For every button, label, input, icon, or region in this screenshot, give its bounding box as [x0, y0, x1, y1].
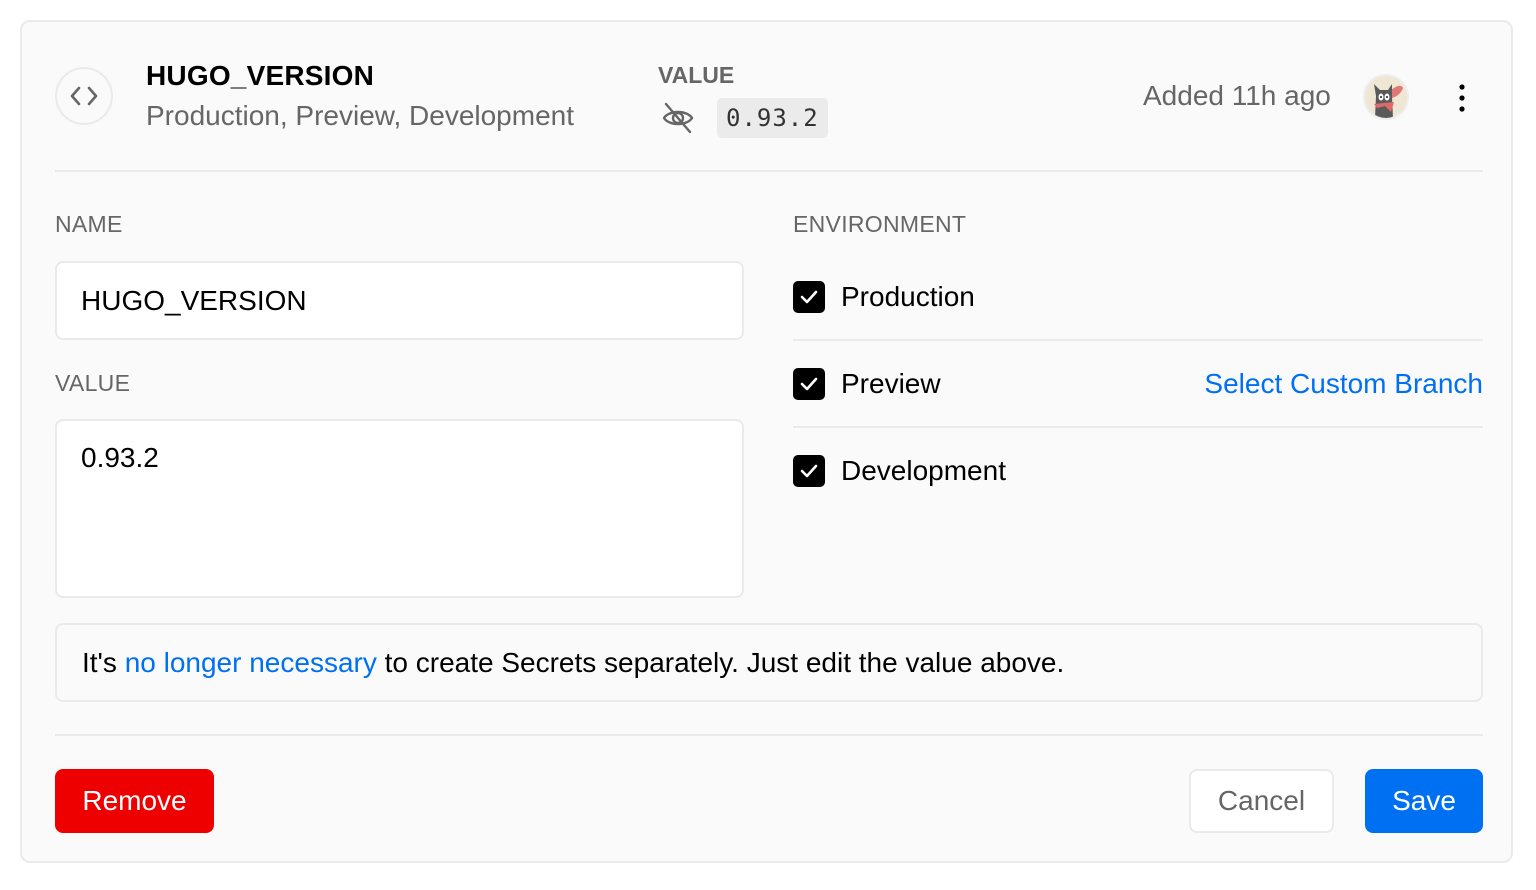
- production-checkbox[interactable]: [793, 281, 825, 313]
- check-icon: [800, 377, 818, 391]
- name-label: NAME: [55, 211, 123, 237]
- variable-environments-summary: Production, Preview, Development: [146, 100, 574, 131]
- preview-checkbox[interactable]: [793, 368, 825, 400]
- no-longer-necessary-link[interactable]: no longer necessary: [125, 647, 377, 678]
- added-timestamp: Added 11h ago: [1143, 80, 1331, 111]
- environment-label: ENVIRONMENT: [793, 211, 967, 237]
- env-divider: [793, 339, 1483, 341]
- more-options-button[interactable]: [1447, 78, 1477, 118]
- header-divider: [55, 170, 1483, 172]
- preview-label: Preview: [841, 368, 941, 399]
- avatar-cat-image: [1365, 76, 1407, 118]
- value-preview-chip: 0.93.2: [717, 98, 828, 138]
- name-input[interactable]: HUGO_VERSION: [55, 261, 744, 340]
- footer-divider: [55, 734, 1483, 736]
- eye-off-icon[interactable]: [660, 100, 696, 136]
- cancel-button[interactable]: Cancel: [1189, 769, 1334, 833]
- value-header-label: VALUE: [658, 62, 735, 88]
- env-option-development[interactable]: Development: [793, 451, 1483, 491]
- notice-suffix: to create Secrets separately. Just edit …: [376, 647, 1065, 678]
- select-custom-branch-link[interactable]: Select Custom Branch: [1204, 368, 1483, 400]
- value-label: VALUE: [55, 370, 131, 396]
- variable-title: HUGO_VERSION: [146, 60, 374, 91]
- save-button[interactable]: Save: [1365, 769, 1483, 833]
- env-variable-card: HUGO_VERSION Production, Preview, Develo…: [20, 20, 1513, 863]
- remove-button[interactable]: Remove: [55, 769, 214, 833]
- more-vertical-icon: [1459, 84, 1465, 112]
- code-brackets-icon: [70, 86, 98, 106]
- notice-prefix: It's: [82, 647, 125, 678]
- check-icon: [800, 464, 818, 478]
- variable-type-badge: [55, 67, 113, 125]
- check-icon: [800, 290, 818, 304]
- production-label: Production: [841, 281, 975, 312]
- development-label: Development: [841, 455, 1006, 486]
- env-option-production[interactable]: Production: [793, 277, 1483, 317]
- env-option-preview[interactable]: Preview Select Custom Branch: [793, 364, 1483, 404]
- development-checkbox[interactable]: [793, 455, 825, 487]
- avatar: [1363, 74, 1409, 120]
- env-divider: [793, 426, 1483, 428]
- value-textarea[interactable]: 0.93.2: [55, 419, 744, 598]
- secrets-notice: It's no longer necessary to create Secre…: [55, 623, 1483, 702]
